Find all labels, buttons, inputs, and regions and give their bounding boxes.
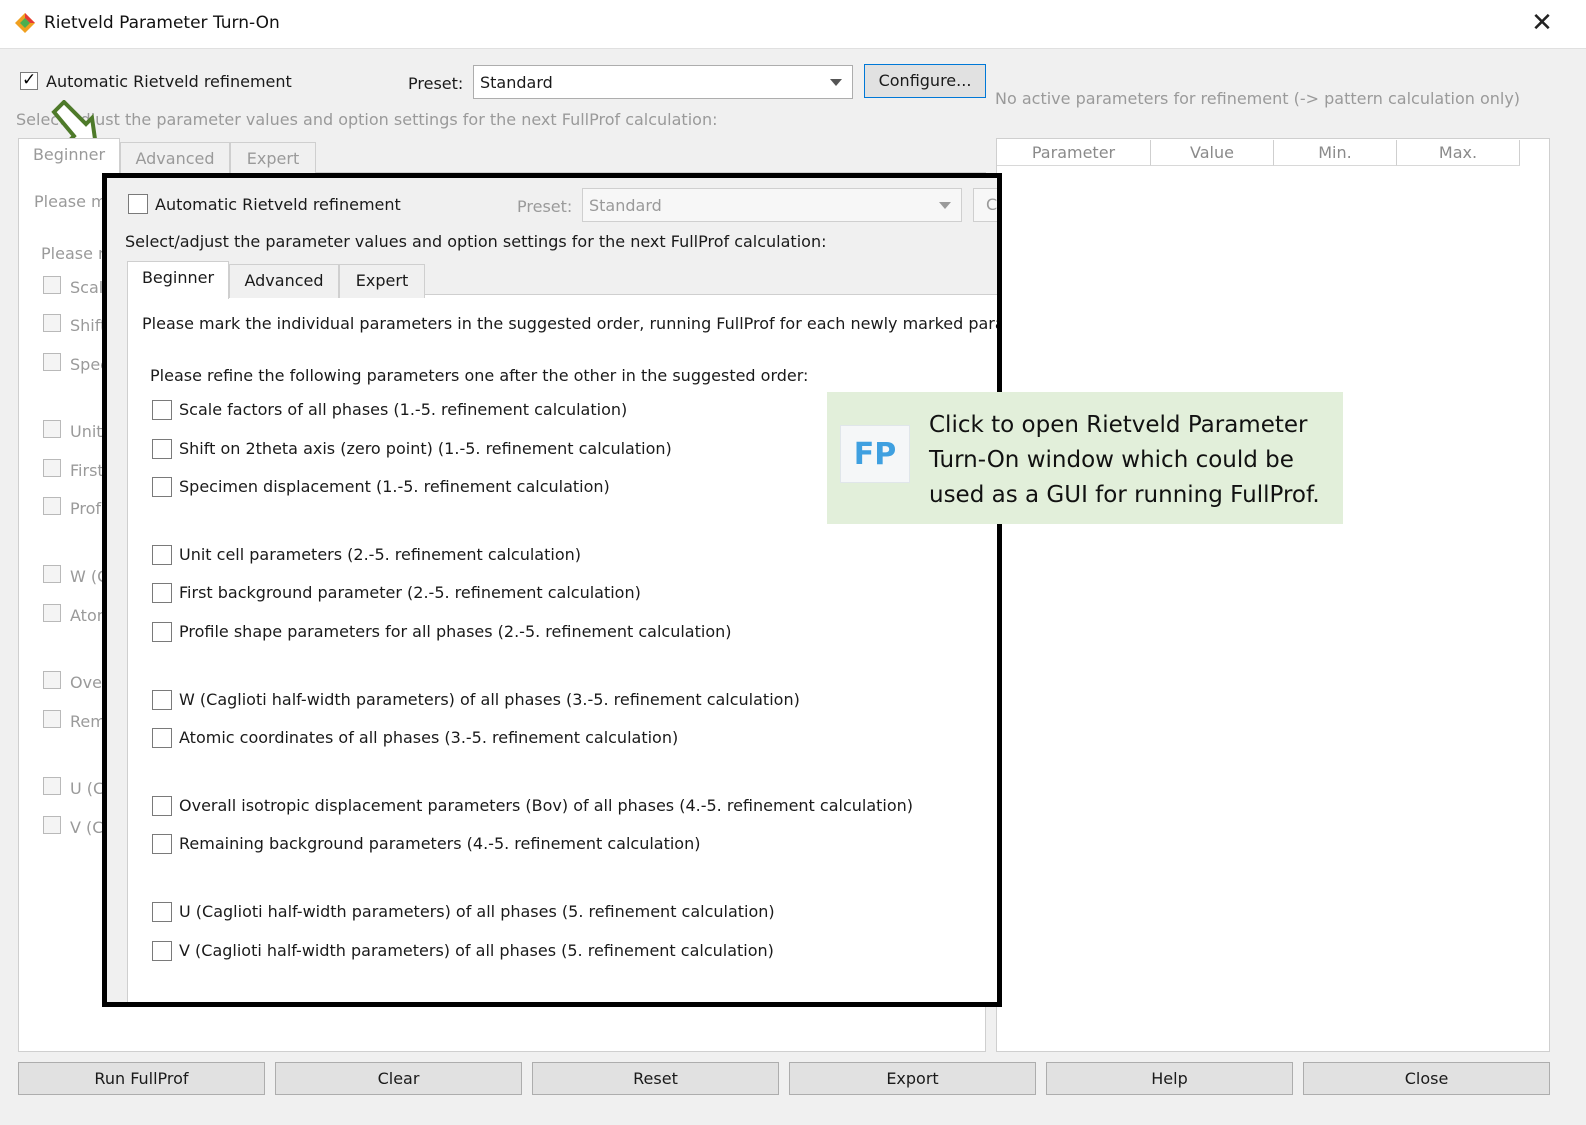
param-label: Scal xyxy=(70,278,104,297)
tab-beginner[interactable]: Beginner xyxy=(18,138,120,176)
inset-preset-value: Standard xyxy=(589,196,662,215)
zero-point-checkbox[interactable] xyxy=(152,439,172,459)
clear-button[interactable]: Clear xyxy=(275,1062,522,1095)
atomic-coordinates-checkbox[interactable] xyxy=(152,728,172,748)
column-header-min[interactable]: Min. xyxy=(1274,140,1397,166)
window-title: Rietveld Parameter Turn-On xyxy=(44,13,280,33)
export-button[interactable]: Export xyxy=(789,1062,1036,1095)
caglioti-v-checkbox[interactable] xyxy=(152,941,172,961)
preset-dropdown[interactable]: Standard xyxy=(473,65,853,99)
param-checkbox[interactable] xyxy=(43,497,61,515)
preset-value: Standard xyxy=(480,73,553,92)
caglioti-w-label: W (Caglioti half-width parameters) of al… xyxy=(179,690,800,709)
remaining-background-checkbox[interactable] xyxy=(152,834,172,854)
configure-button[interactable]: Configure... xyxy=(864,64,986,98)
run-fullprof-button[interactable]: Run FullProf xyxy=(18,1062,265,1095)
caglioti-u-label: U (Caglioti half-width parameters) of al… xyxy=(179,902,775,921)
caglioti-w-checkbox[interactable] xyxy=(152,690,172,710)
chevron-down-icon xyxy=(939,202,951,209)
param-label: Prof xyxy=(70,499,102,518)
column-header-max[interactable]: Max. xyxy=(1397,140,1520,166)
param-checkbox[interactable] xyxy=(43,459,61,477)
first-background-label: First background parameter (2.-5. refine… xyxy=(179,583,641,602)
refinement-status-text: No active parameters for refinement (-> … xyxy=(995,89,1521,108)
auto-refinement-checkbox[interactable] xyxy=(20,70,38,90)
param-label: Ove xyxy=(70,673,102,692)
reset-button[interactable]: Reset xyxy=(532,1062,779,1095)
unit-cell-checkbox[interactable] xyxy=(152,545,172,565)
close-button[interactable]: Close xyxy=(1303,1062,1550,1095)
param-label: Unit xyxy=(70,422,103,441)
specimen-displacement-label: Specimen displacement (1.-5. refinement … xyxy=(179,477,610,496)
fullprof-icon[interactable]: FP xyxy=(840,425,910,483)
param-checkbox[interactable] xyxy=(43,671,61,689)
param-checkbox[interactable] xyxy=(43,565,61,583)
zoomed-inset: Automatic Rietveld refinement Preset: St… xyxy=(102,173,1002,1007)
scale-factors-checkbox[interactable] xyxy=(152,400,172,420)
chevron-down-icon xyxy=(830,79,842,86)
scale-factors-label: Scale factors of all phases (1.-5. refin… xyxy=(179,400,628,419)
inset-auto-refinement-checkbox[interactable] xyxy=(128,194,148,214)
preset-label: Preset: xyxy=(408,74,464,93)
param-checkbox[interactable] xyxy=(43,604,61,622)
param-label: V (C xyxy=(70,818,104,837)
title-bar: Rietveld Parameter Turn-On ✕ xyxy=(0,0,1586,49)
help-button[interactable]: Help xyxy=(1046,1062,1293,1095)
callout-text: Click to open Rietveld Parameter Turn-On… xyxy=(929,412,1320,508)
tab-expert[interactable]: Expert xyxy=(230,142,316,176)
atomic-coordinates-label: Atomic coordinates of all phases (3.-5. … xyxy=(179,728,679,747)
param-checkbox[interactable] xyxy=(43,276,61,294)
inset-preset-label: Preset: xyxy=(517,197,573,216)
param-checkbox[interactable] xyxy=(43,314,61,332)
inset-intro-text: Please mark the individual parameters in… xyxy=(142,314,1002,333)
zero-point-label: Shift on 2theta axis (zero point) (1.-5.… xyxy=(179,439,672,458)
inset-tab-advanced[interactable]: Advanced xyxy=(229,264,339,298)
tab-advanced[interactable]: Advanced xyxy=(120,142,230,176)
first-background-checkbox[interactable] xyxy=(152,583,172,603)
param-checkbox[interactable] xyxy=(43,710,61,728)
remaining-background-label: Remaining background parameters (4.-5. r… xyxy=(179,834,701,853)
inset-instruction-text: Select/adjust the parameter values and o… xyxy=(125,232,827,251)
auto-refinement-label: Automatic Rietveld refinement xyxy=(46,72,292,91)
caglioti-v-label: V (Caglioti half-width parameters) of al… xyxy=(179,941,774,960)
parameter-table xyxy=(996,138,1550,1052)
inset-auto-refinement-label: Automatic Rietveld refinement xyxy=(155,195,401,214)
inset-order-heading: Please refine the following parameters o… xyxy=(150,366,809,385)
column-header-parameter[interactable]: Parameter xyxy=(997,140,1151,166)
specimen-displacement-checkbox[interactable] xyxy=(152,477,172,497)
param-label: Shift xyxy=(70,316,107,335)
inset-tab-expert[interactable]: Expert xyxy=(339,264,425,298)
profile-shape-checkbox[interactable] xyxy=(152,622,172,642)
param-checkbox[interactable] xyxy=(43,420,61,438)
param-label: U (C xyxy=(70,779,105,798)
profile-shape-label: Profile shape parameters for all phases … xyxy=(179,622,732,641)
param-checkbox[interactable] xyxy=(43,816,61,834)
order-heading-truncated: Please r xyxy=(41,244,105,263)
overall-isotropic-checkbox[interactable] xyxy=(152,796,172,816)
close-window-icon[interactable]: ✕ xyxy=(1527,8,1557,38)
inset-tab-beginner[interactable]: Beginner xyxy=(127,261,229,299)
inset-configure-button[interactable]: C xyxy=(973,188,997,222)
param-checkbox[interactable] xyxy=(43,777,61,795)
unit-cell-label: Unit cell parameters (2.-5. refinement c… xyxy=(179,545,581,564)
instruction-text: Select/adjust the parameter values and o… xyxy=(16,110,718,129)
overall-isotropic-label: Overall isotropic displacement parameter… xyxy=(179,796,914,815)
caglioti-u-checkbox[interactable] xyxy=(152,902,172,922)
param-label: First xyxy=(70,461,104,480)
column-header-value[interactable]: Value xyxy=(1151,140,1274,166)
app-diamond-icon xyxy=(15,13,35,33)
inset-preset-dropdown[interactable]: Standard xyxy=(582,188,962,222)
param-label: Rem xyxy=(70,712,106,731)
param-checkbox[interactable] xyxy=(43,353,61,371)
